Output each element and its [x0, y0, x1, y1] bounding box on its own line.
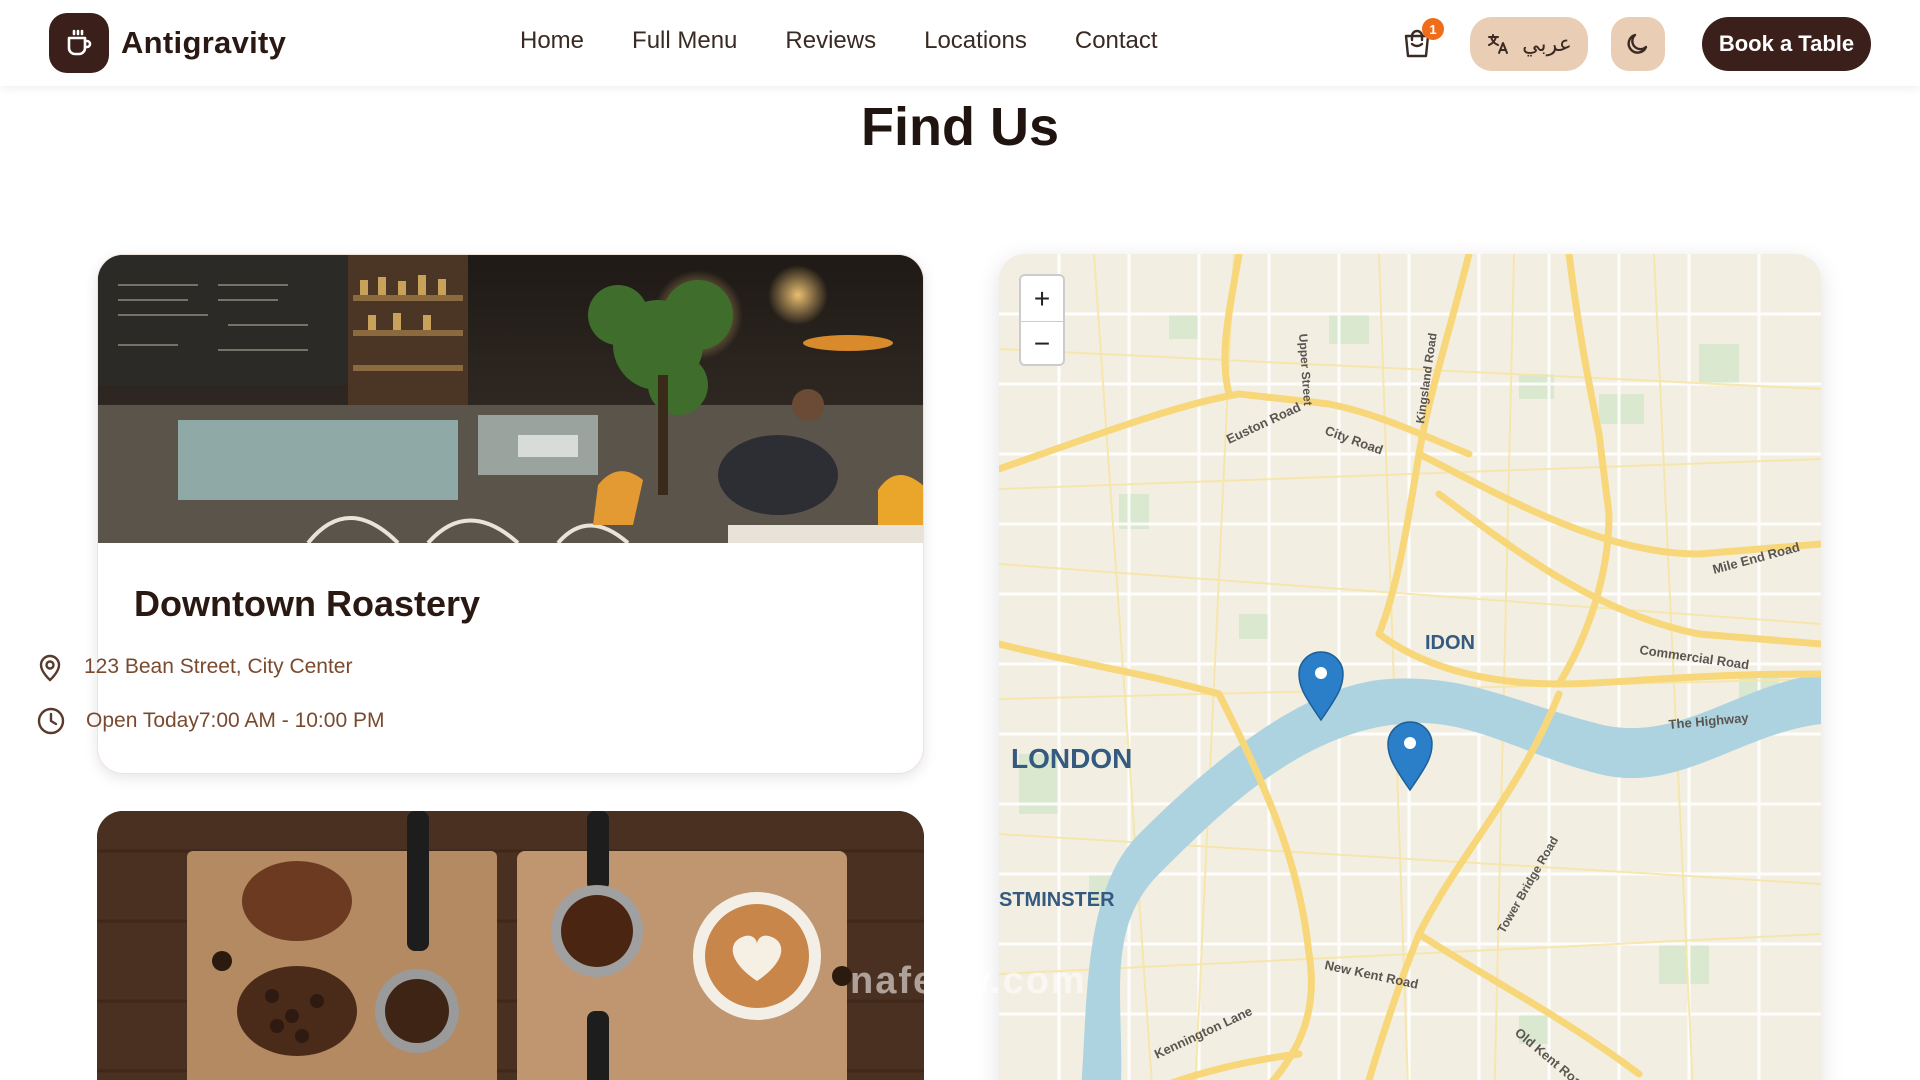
book-table-button[interactable]: Book a Table: [1702, 17, 1871, 71]
language-label: عربي: [1522, 31, 1572, 56]
section-title: Find Us: [861, 97, 1059, 157]
language-toggle-button[interactable]: عربي: [1470, 17, 1588, 71]
nav-contact[interactable]: Contact: [1075, 27, 1158, 55]
theme-toggle-button[interactable]: [1611, 17, 1665, 71]
clock-icon: [37, 707, 65, 735]
map-label-idon: IDON: [1425, 632, 1475, 654]
location-address: 123 Bean Street, City Center: [84, 655, 353, 678]
map-label-london: LONDON: [1011, 743, 1132, 774]
moon-icon: [1627, 33, 1648, 54]
nav-reviews[interactable]: Reviews: [785, 27, 876, 55]
map-label-westminster: STMINSTER: [999, 889, 1115, 911]
nav-locations[interactable]: Locations: [924, 27, 1027, 55]
brand-name: Antigravity: [121, 25, 287, 60]
location-hours-row: Open Today7:00 AM - 10:00 PM: [36, 706, 384, 736]
nav-home[interactable]: Home: [520, 27, 584, 55]
brand[interactable]: Antigravity: [49, 13, 286, 73]
location-name: Downtown Roastery: [134, 583, 481, 624]
location-hours: Open Today7:00 AM - 10:00 PM: [86, 709, 385, 732]
location-card[interactable]: Downtown Roastery: [97, 254, 924, 774]
zoom-out-button[interactable]: −: [1021, 321, 1063, 364]
zoom-in-button[interactable]: +: [1021, 276, 1063, 321]
main-nav: Home Full Menu Reviews Locations Contact: [520, 27, 1158, 55]
locations-map[interactable]: Euston Road City Road Kingsland Road Upp…: [999, 254, 1821, 1080]
nav-full-menu[interactable]: Full Menu: [632, 27, 737, 55]
coffee-tools-photo: [97, 811, 924, 1080]
translate-icon: [1488, 34, 1509, 54]
coffee-cup-icon: [49, 13, 109, 73]
cart-count-badge: 1: [1422, 18, 1444, 40]
site-header: Antigravity Home Full Menu Reviews Locat…: [0, 0, 1920, 86]
watermark: nafezly.com: [850, 960, 1087, 1002]
cafe-interior-photo: [98, 255, 923, 543]
location-address-row: 123 Bean Street, City Center: [36, 652, 352, 682]
map-zoom-control: + −: [1019, 274, 1065, 366]
map-pin-icon: [39, 654, 61, 682]
cart-button[interactable]: 1: [1402, 18, 1444, 61]
